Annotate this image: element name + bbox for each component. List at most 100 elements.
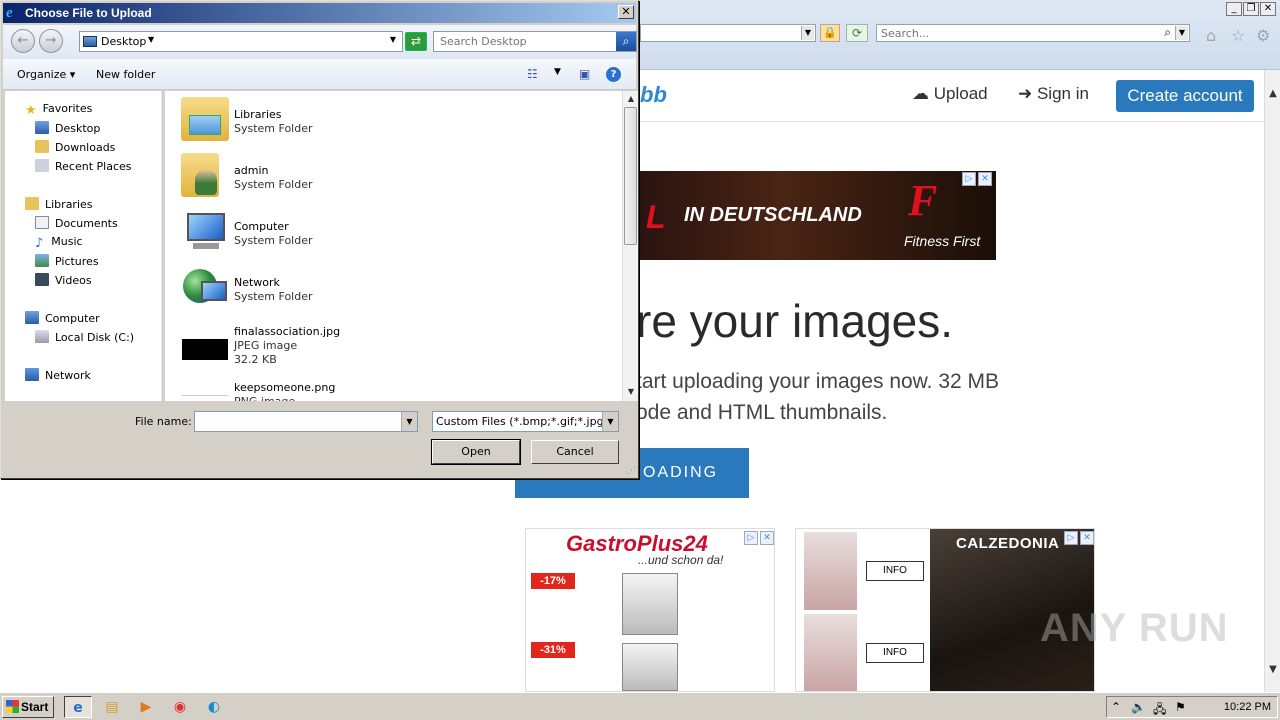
close-icon[interactable]: ✕ [1080, 531, 1094, 545]
chevron-down-icon[interactable]: ▼ [148, 35, 154, 44]
dialog-search-box[interactable]: ⌕ [433, 31, 637, 52]
gear-icon[interactable]: ⚙ [1256, 26, 1270, 45]
info-button[interactable]: INFO [866, 643, 924, 663]
tray-expand-icon[interactable]: ⌃ [1111, 700, 1121, 714]
dialog-close-button[interactable]: ✕ [618, 5, 634, 19]
internet-explorer-taskbar-icon[interactable]: e [64, 696, 92, 718]
refresh-button[interactable]: ⇄ [405, 32, 427, 51]
file-type-filter[interactable]: Custom Files (*.bmp;*.gif;*.jpg; ▼ [432, 411, 619, 432]
fitness-ad-banner[interactable]: L IN DEUTSCHLAND F Fitness First ▷ ✕ [640, 171, 996, 260]
chevron-down-icon[interactable]: ▼ [554, 67, 561, 77]
chevron-down-icon[interactable]: ▼ [1175, 26, 1188, 40]
site-logo[interactable]: bb [640, 82, 667, 108]
browser-search-input[interactable] [877, 25, 1147, 41]
media-player-taskbar-icon[interactable]: ▶ [132, 696, 160, 718]
breadcrumb-location[interactable]: Desktop [101, 35, 146, 48]
organize-button[interactable]: Organize ▾ [17, 68, 75, 81]
refresh-icon[interactable]: ⟳ [846, 24, 868, 42]
user-folder-icon [181, 153, 219, 197]
file-item[interactable]: Network System Folder [165, 259, 565, 315]
preview-pane-icon[interactable]: ▣ [579, 67, 590, 81]
adchoices-icon[interactable]: ▷ [744, 531, 758, 545]
address-bar[interactable]: ▼ [640, 24, 816, 42]
nav-music[interactable]: ♪ Music [35, 235, 83, 253]
minimize-button[interactable]: _ [1226, 2, 1242, 16]
chevron-down-icon[interactable]: ▼ [401, 412, 417, 431]
product-thumbnail[interactable] [804, 532, 857, 610]
page-scrollbar[interactable]: ▲ ▼ [1264, 70, 1280, 692]
file-name-input[interactable] [195, 412, 400, 431]
help-icon[interactable]: ? [606, 67, 621, 82]
file-item[interactable]: Computer System Folder [165, 203, 565, 259]
forward-button[interactable]: → [39, 29, 63, 53]
search-icon[interactable]: ⌕ [616, 32, 636, 51]
chevron-down-icon[interactable]: ▼ [801, 26, 814, 40]
nav-computer[interactable]: Computer [25, 311, 100, 329]
signin-link[interactable]: ➜ Sign in [1018, 84, 1089, 104]
file-type-filter-value: Custom Files (*.bmp;*.gif;*.jpg; [436, 415, 602, 428]
scroll-up-icon[interactable]: ▲ [624, 92, 638, 106]
favorites-star-icon[interactable]: ☆ [1231, 26, 1245, 45]
file-item[interactable]: keepsomeone.png PNG image [165, 371, 565, 401]
desktop-icon [83, 36, 97, 47]
breadcrumb[interactable]: Desktop ▼ ▼ [79, 31, 403, 52]
cancel-button[interactable]: Cancel [531, 440, 619, 464]
nav-libraries[interactable]: Libraries [25, 197, 93, 215]
volume-icon[interactable]: 🔈 [1131, 700, 1146, 714]
action-center-flag-icon[interactable]: ⚑ [1175, 700, 1186, 714]
nav-pictures[interactable]: Pictures [35, 254, 99, 272]
open-button[interactable]: Open [431, 439, 521, 465]
nav-documents[interactable]: Documents [35, 216, 118, 234]
browser-search-box[interactable]: ⌕ ▼ [876, 24, 1190, 42]
chrome-taskbar-icon[interactable]: ◉ [166, 696, 194, 718]
clock[interactable]: 10:22 PM [1224, 701, 1271, 713]
back-button[interactable]: ← [11, 29, 35, 53]
search-icon[interactable]: ⌕ [1164, 25, 1171, 40]
info-button[interactable]: INFO [866, 561, 924, 581]
jpeg-thumbnail [181, 321, 229, 365]
lock-icon[interactable]: 🔒 [820, 24, 840, 42]
nav-local-disk[interactable]: Local Disk (C:) [35, 330, 134, 348]
product-thumbnail[interactable] [804, 614, 857, 691]
file-item[interactable]: finalassociation.jpg JPEG image 32.2 KB [165, 315, 565, 371]
close-icon[interactable]: ✕ [760, 531, 774, 545]
nav-pictures-label: Pictures [55, 255, 99, 268]
scroll-down-icon[interactable]: ▼ [624, 385, 638, 399]
gastroplus-ad[interactable]: GastroPlus24 ...und schon da! ▷ ✕ -17% -… [525, 528, 775, 692]
resize-grip-icon[interactable]: ⋰ [627, 466, 636, 476]
history-dropdown-icon[interactable]: ▼ [390, 35, 396, 44]
adchoices-icon[interactable]: ▷ [962, 172, 976, 186]
hero-subtitle-line2: ode and HTML thumbnails. [636, 401, 888, 424]
file-list-scrollbar[interactable]: ▲ ▼ [622, 91, 638, 401]
file-item[interactable]: Libraries System Folder [165, 91, 565, 147]
view-options-icon[interactable]: ☷ [527, 67, 538, 81]
file-list: Libraries System Folder admin System Fol… [165, 91, 622, 401]
nav-recent-places[interactable]: Recent Places [35, 159, 132, 177]
dialog-search-input[interactable] [434, 32, 614, 51]
nav-desktop[interactable]: Desktop [35, 121, 100, 139]
edge-taskbar-icon[interactable]: ◐ [200, 696, 228, 718]
nav-downloads[interactable]: Downloads [35, 140, 115, 158]
upload-link[interactable]: ☁ Upload [912, 84, 988, 104]
nav-recent-label: Recent Places [55, 160, 132, 173]
nav-network[interactable]: Network [25, 368, 91, 386]
start-button[interactable]: Start [2, 696, 54, 718]
create-account-button[interactable]: Create account [1116, 80, 1254, 112]
scrollbar-thumb[interactable] [624, 107, 637, 245]
home-icon[interactable]: ⌂ [1206, 26, 1216, 45]
nav-favorites[interactable]: ★ Favorites [25, 102, 92, 120]
adchoices-icon[interactable]: ▷ [1064, 531, 1078, 545]
file-item[interactable]: admin System Folder [165, 147, 565, 203]
chevron-down-icon[interactable]: ▼ [602, 412, 618, 431]
close-icon[interactable]: ✕ [978, 172, 992, 186]
restore-button[interactable]: ❐ [1243, 2, 1259, 16]
file-name-combobox[interactable]: ▼ [194, 411, 418, 432]
scroll-down-icon[interactable]: ▼ [1265, 662, 1280, 678]
dialog-titlebar[interactable]: e Choose File to Upload ✕ [3, 3, 636, 23]
network-tray-icon[interactable]: 🖧 [1153, 700, 1166, 720]
browser-close-button[interactable]: ✕ [1260, 2, 1276, 16]
scroll-up-icon[interactable]: ▲ [1265, 86, 1280, 102]
nav-videos[interactable]: Videos [35, 273, 92, 291]
new-folder-button[interactable]: New folder [96, 68, 155, 81]
explorer-taskbar-icon[interactable]: ▤ [98, 696, 126, 718]
